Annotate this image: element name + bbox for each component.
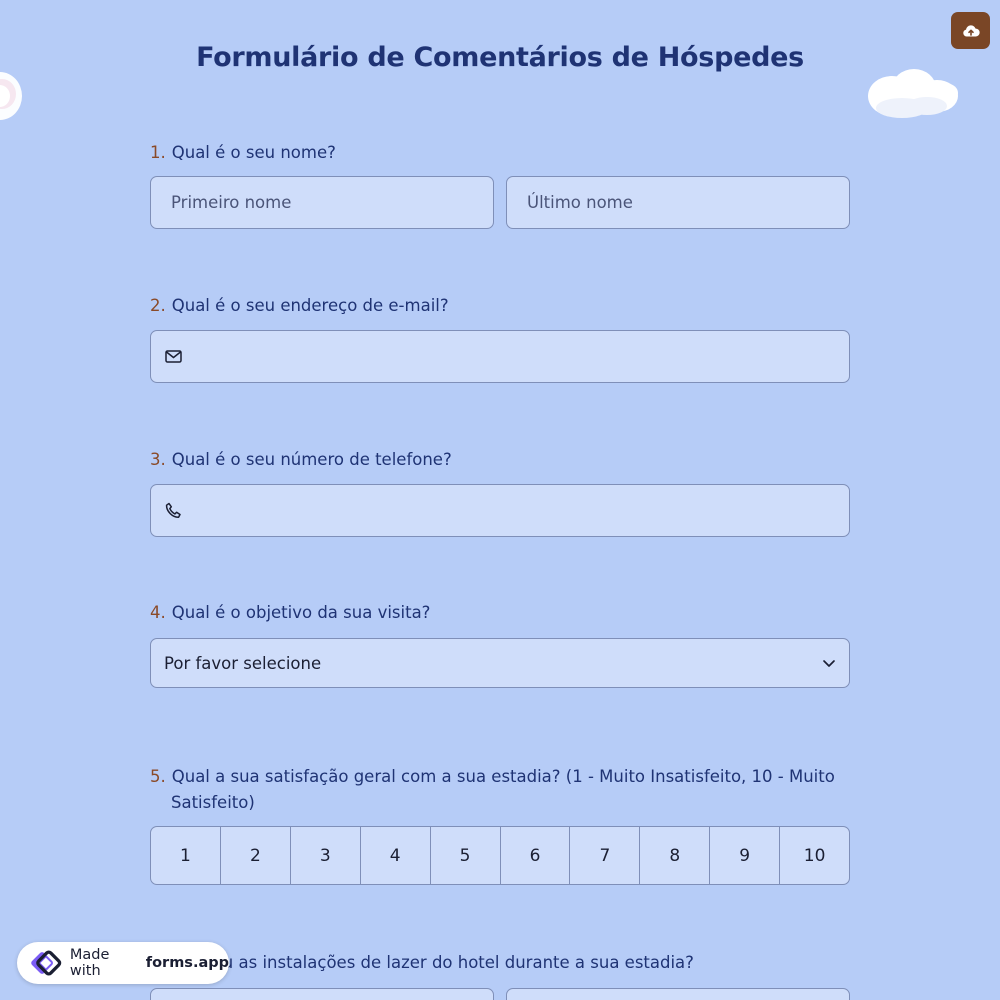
made-with-badge[interactable]: Made with forms.app xyxy=(17,942,229,984)
form-title: Formulário de Comentários de Hóspedes xyxy=(196,42,804,73)
question-4-label: 4. Qual é o objetivo da sua visita? xyxy=(150,600,840,626)
mail-icon xyxy=(165,350,182,363)
question-3-label: 3. Qual é o seu número de telefone? xyxy=(150,447,840,473)
forms-app-logo-icon xyxy=(31,950,62,976)
question-number: 3. xyxy=(150,450,166,469)
chevron-down-icon xyxy=(823,659,835,667)
cloud-decoration-left xyxy=(0,72,22,120)
question-number: 5. xyxy=(150,767,166,786)
rating-option-3[interactable]: 3 xyxy=(291,827,361,884)
question-1-label: 1. Qual é o seu nome? xyxy=(150,140,840,166)
question-5-label: 5. Qual a sua satisfação geral com a sua … xyxy=(150,764,840,816)
rating-option-4[interactable]: 4 xyxy=(361,827,431,884)
phone-input[interactable] xyxy=(150,484,850,537)
badge-prefix: Made with xyxy=(69,947,110,979)
last-name-input[interactable]: Último nome xyxy=(506,176,850,229)
rating-option-10[interactable]: 10 xyxy=(780,827,849,884)
leisure-option-no[interactable] xyxy=(506,988,850,1000)
question-text: Qual é o seu nome? xyxy=(171,143,336,162)
last-name-placeholder: Último nome xyxy=(527,193,633,212)
leisure-option-yes[interactable] xyxy=(150,988,494,1000)
satisfaction-scale: 1 2 3 4 5 6 7 8 9 10 xyxy=(150,826,850,885)
question-text: Qual é o seu endereço de e-mail? xyxy=(171,296,449,315)
cloud-decoration-right xyxy=(868,69,958,118)
rating-option-5[interactable]: 5 xyxy=(431,827,501,884)
question-2-label: 2. Qual é o seu endereço de e-mail? xyxy=(150,293,840,319)
rating-option-2[interactable]: 2 xyxy=(221,827,291,884)
phone-icon xyxy=(165,502,182,519)
rating-option-6[interactable]: 6 xyxy=(501,827,571,884)
question-text: Qual é o seu número de telefone? xyxy=(171,450,452,469)
visit-purpose-select[interactable]: Por favor selecione xyxy=(150,638,850,688)
rating-option-7[interactable]: 7 xyxy=(570,827,641,884)
rating-option-8[interactable]: 8 xyxy=(640,827,711,884)
badge-brand: forms.app xyxy=(145,955,229,971)
question-number: 2. xyxy=(150,296,166,315)
question-text: Qual é o objetivo da sua visita? xyxy=(171,603,431,622)
cloud-upload-icon xyxy=(962,24,980,36)
question-text: Qual a sua satisfação geral com a sua es… xyxy=(171,767,835,812)
rating-option-1[interactable]: 1 xyxy=(151,827,221,884)
first-name-input[interactable]: Primeiro nome xyxy=(150,176,494,229)
select-value: Por favor selecione xyxy=(164,653,322,673)
rating-option-9[interactable]: 9 xyxy=(710,827,781,884)
question-text: Utilizou as instalações de lazer do hote… xyxy=(171,953,694,972)
first-name-placeholder: Primeiro nome xyxy=(171,193,292,212)
question-number: 4. xyxy=(150,603,166,622)
question-6-label: 6.Utilizou as instalações de lazer do ho… xyxy=(150,950,840,976)
question-number: 1. xyxy=(150,143,166,162)
email-input[interactable] xyxy=(150,330,850,383)
